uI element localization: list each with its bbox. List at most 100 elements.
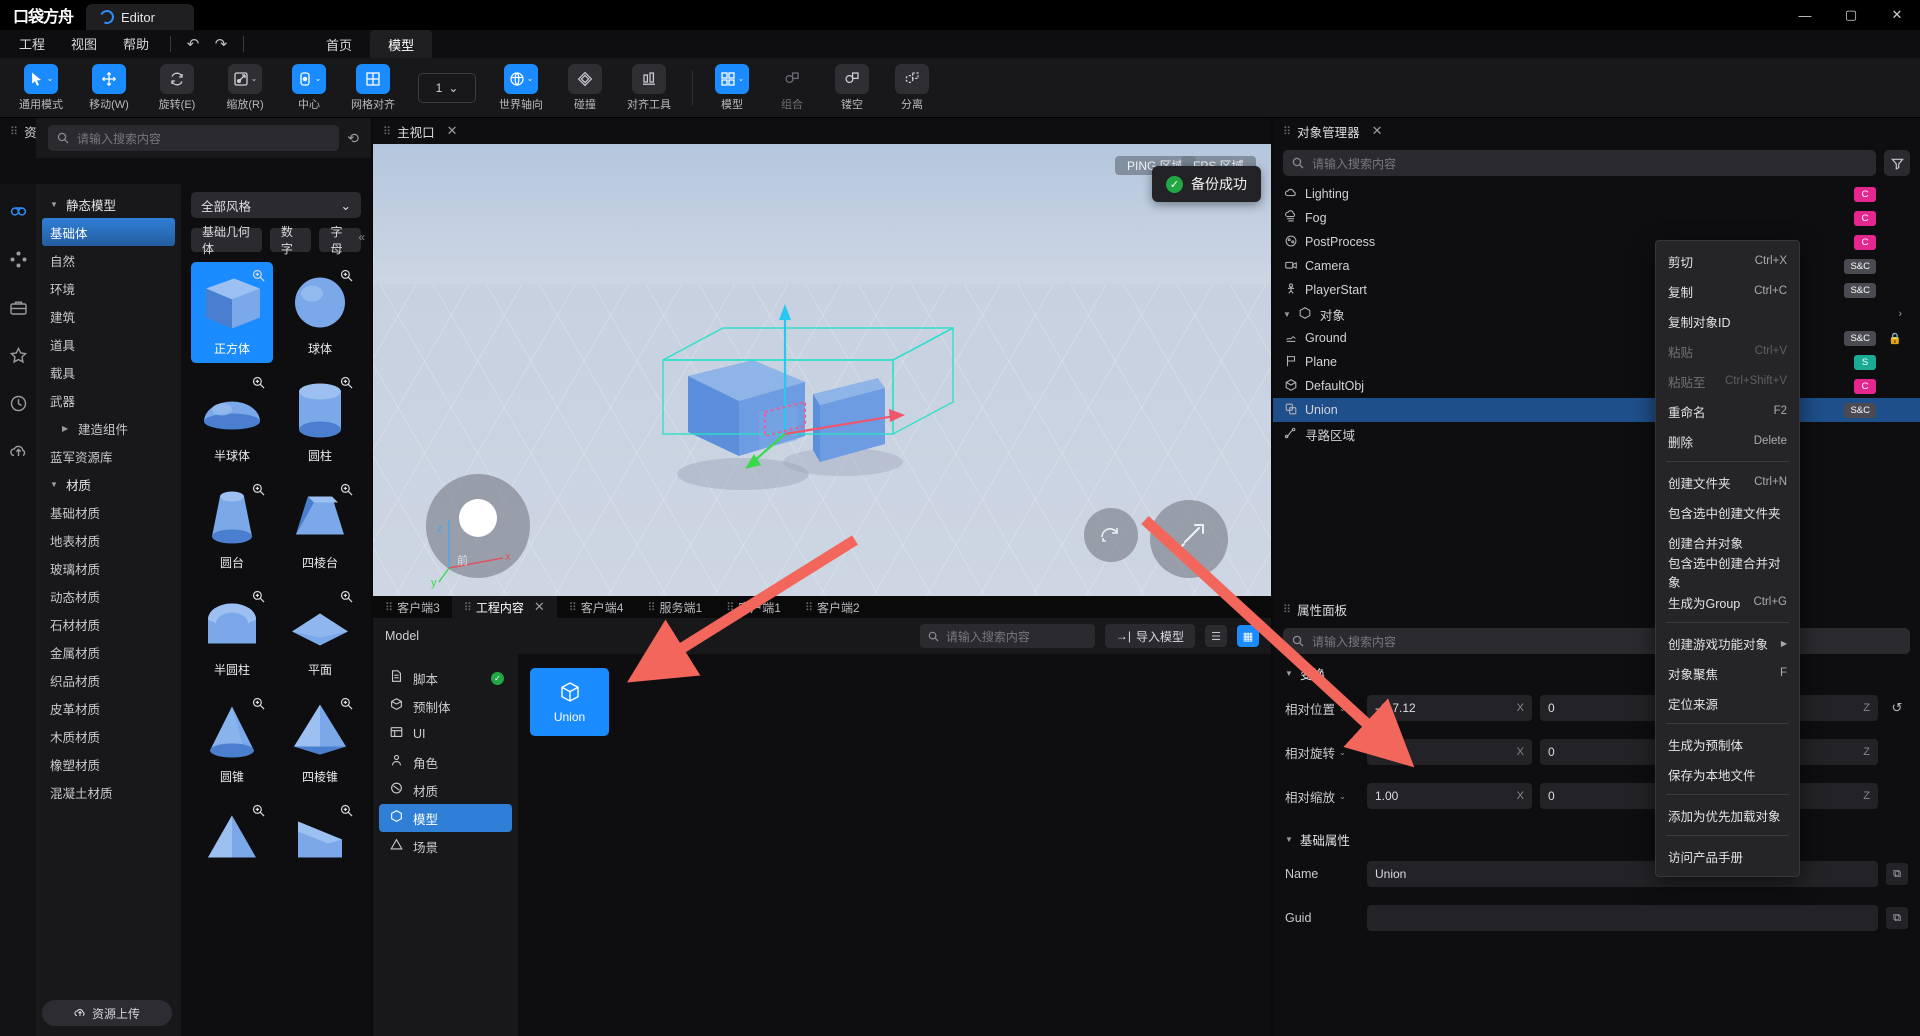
context-menu-item[interactable]: 访问产品手册 [1656,841,1799,871]
upload-assets-button[interactable]: 资源上传 [42,1000,172,1026]
model-card[interactable]: 四棱锥 [279,690,361,791]
caret-icon[interactable]: ▼ [1283,310,1291,319]
drag-handle-icon[interactable]: ⠿ [647,601,655,614]
grid-icon[interactable] [356,63,390,94]
transform-row-label[interactable]: 相对位置 ⌄ [1285,699,1359,718]
context-menu-item[interactable]: 添加为优先加载对象 [1656,800,1799,830]
collide-icon[interactable] [568,63,602,94]
import-model-button[interactable]: →| 导入模型 [1104,624,1195,648]
align-icon[interactable] [632,63,666,94]
cursor-icon[interactable]: ⌄ [23,63,59,94]
asset-tree-item[interactable]: 地表材质 [36,526,181,554]
context-menu-item[interactable]: 剪切 Ctrl+X [1656,246,1799,276]
menu-item-view[interactable]: 视图 [58,30,110,58]
tool-pivot-center[interactable]: ⌄ 中心 [280,60,338,116]
tool-rotate[interactable]: 旋转(E) [144,60,210,116]
asset-tree-item[interactable]: 载具 [36,358,181,386]
model-card[interactable] [279,797,361,898]
reset-icon[interactable]: ↺ [1886,697,1908,719]
object-row[interactable]: Lighting C [1273,182,1920,206]
search-input[interactable]: 请输入搜索内容 [48,125,340,151]
object-row[interactable]: PlayerStart S&C [1273,278,1920,302]
recent-icon[interactable] [5,390,31,416]
plugins-icon[interactable] [5,246,31,272]
model-icon[interactable]: ⌄ [714,63,750,94]
tool-model[interactable]: ⌄ 模型 [703,60,761,116]
combine-icon[interactable] [775,64,809,94]
content-category-item[interactable]: UI [379,720,512,748]
drag-handle-icon[interactable]: ⠿ [1283,125,1291,138]
maximize-button[interactable]: ▢ [1828,0,1874,30]
basic-value-field[interactable]: Union [1367,861,1878,887]
window-tab-editor[interactable]: Editor [86,4,194,30]
object-row[interactable]: PostProcess C [1273,230,1920,254]
close-icon[interactable]: ✕ [1372,123,1383,139]
object-row[interactable]: Plane S [1273,350,1920,374]
drag-handle-icon[interactable]: ⠿ [464,601,472,614]
rotate-icon[interactable] [160,63,194,94]
asset-card-union[interactable]: Union [530,668,609,736]
model-card[interactable]: 球体 [279,262,361,363]
object-row[interactable]: Union S&C [1273,398,1920,422]
bottom-tab[interactable]: ⠿ 服务端1 [635,596,714,618]
category-chip[interactable]: 基础几何体 [191,225,262,256]
model-card[interactable]: 四棱台 [279,476,361,577]
tool-scale[interactable]: ⌄ 缩放(R) [212,60,278,116]
context-menu-item[interactable]: 定位来源 [1656,688,1799,718]
transform-value-field[interactable]: 1.00 X [1367,783,1532,809]
assets-icon[interactable] [5,198,31,224]
content-category-item[interactable]: 场景 [379,832,512,860]
minimize-button[interactable]: — [1782,0,1828,30]
object-search-input[interactable]: 请输入搜索内容 [1283,150,1876,176]
drag-handle-icon[interactable]: ⠿ [385,601,393,614]
filter-icon[interactable] [1884,150,1910,176]
basic-section-header[interactable]: ▼ 基础属性 [1273,826,1920,852]
caret-icon[interactable]: ▼ [50,200,60,209]
transform-value-field[interactable]: 0.00 X [1367,739,1532,765]
object-row[interactable]: 寻路区域 [1273,422,1920,446]
grid-size-select[interactable]: 1 ⌄ [418,72,476,103]
scale-icon[interactable]: ⌄ [227,63,263,94]
asset-tree-item[interactable]: 基础材质 [36,498,181,526]
tab-model[interactable]: 模型 [370,30,433,58]
bottom-tab[interactable]: ⠿ 客户端4 [557,596,636,618]
asset-tree-item[interactable]: 建筑 [36,302,181,330]
bottom-tab[interactable]: ⠿ 客户端2 [793,596,872,618]
drag-handle-icon[interactable]: ⠿ [10,125,18,138]
object-row[interactable]: Fog C [1273,206,1920,230]
transform-value-field[interactable]: -417.12 X [1367,695,1532,721]
asset-tree-item[interactable]: 玻璃材质 [36,554,181,582]
tool-move[interactable]: 移动(W) [76,60,142,116]
asset-tree-item[interactable]: ▼ 静态模型 [36,190,181,218]
asset-tree-item[interactable]: 木质材质 [36,722,181,750]
move-icon[interactable] [92,63,126,94]
asset-tree-item[interactable]: 石材材质 [36,610,181,638]
tool-split[interactable]: 分离 [883,60,941,116]
breadcrumb[interactable]: Model [385,629,419,643]
asset-tree-item[interactable]: ▼ 材质 [36,470,181,498]
hollow-icon[interactable] [835,63,869,94]
redo-icon[interactable]: ↷ [207,30,235,58]
object-row[interactable]: Camera S&C [1273,254,1920,278]
grid-view-icon[interactable]: ▦ [1237,625,1259,647]
favorites-icon[interactable] [5,342,31,368]
context-menu-item[interactable]: 对象聚焦 F [1656,658,1799,688]
asset-tree-item[interactable]: 皮革材质 [36,694,181,722]
tool-grid-snap[interactable]: 网格对齐 [340,60,406,116]
model-card[interactable]: 圆锥 [191,690,273,791]
context-menu-item[interactable]: 复制对象ID [1656,306,1799,336]
reset-icon[interactable] [1886,741,1908,763]
transform-section-header[interactable]: ▼ 变换 [1273,660,1920,686]
model-card[interactable]: 平面 [279,583,361,684]
asset-tree-item[interactable]: 织品材质 [36,666,181,694]
tool-general-mode[interactable]: ⌄ 通用模式 [8,60,74,116]
menu-item-project[interactable]: 工程 [6,30,58,58]
pivot-icon[interactable]: ⌄ [291,63,327,94]
asset-tree-item[interactable]: 混凝土材质 [36,778,181,806]
category-chip[interactable]: 数字 [269,225,312,256]
model-card[interactable]: 圆柱 [279,369,361,470]
content-category-item[interactable]: 模型 [379,804,512,832]
model-card[interactable]: 半圆柱 [191,583,273,684]
close-icon[interactable]: ✕ [534,599,545,615]
asset-tree-item[interactable]: 金属材质 [36,638,181,666]
